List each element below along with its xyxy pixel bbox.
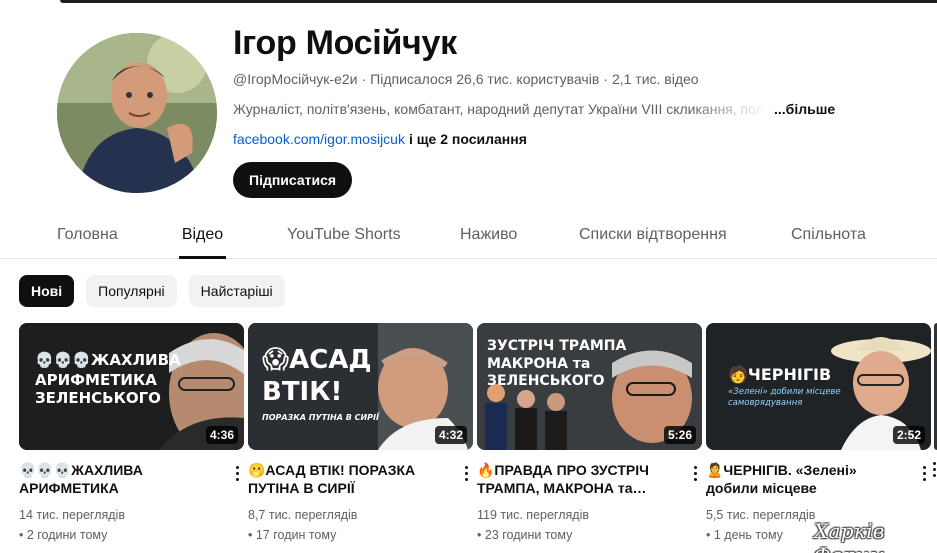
thumbnail-caption: ЗУСТРІЧ ТРАМПА (487, 338, 627, 354)
chip-newest[interactable]: Нові (19, 275, 75, 307)
video-card[interactable]: 🧑ЧЕРНІГІВ «Зелені» добили місцеве самовр… (706, 323, 931, 542)
avatar-photo (57, 33, 217, 193)
tab-home[interactable]: Головна (57, 214, 118, 259)
view-count: 8,7 тис. переглядів (248, 508, 358, 522)
channel-banner (60, 0, 937, 3)
upload-age: • 17 годин тому (248, 528, 337, 542)
channel-handle: @ІгорМосійчук-е2и (233, 71, 358, 87)
channel-name: Ігор Мосійчук (233, 24, 457, 62)
tab-shorts[interactable]: YouTube Shorts (287, 214, 401, 259)
more-vert-icon[interactable] (919, 464, 929, 482)
video-title[interactable]: 🫢АСАД ВТІК! ПОРАЗКА ПУТІНА В СИРІЇ (248, 461, 453, 497)
video-meta: 14 тис. переглядів • 2 години тому (19, 505, 125, 545)
video-count: 2,1 тис. відео (611, 71, 699, 87)
subscriber-count: Підписалося 26,6 тис. користувачів (370, 71, 600, 87)
more-links-button[interactable]: і ще 2 посилання (409, 131, 527, 147)
view-count: 119 тис. переглядів (477, 508, 589, 522)
thumbnail-caption: 🧑ЧЕРНІГІВ (728, 365, 831, 384)
thumbnail-subcaption: «Зелені» добили місцеве самоврядування (728, 387, 841, 408)
video-meta: 8,7 тис. переглядів • 17 годин тому (248, 505, 357, 545)
channel-avatar[interactable] (57, 33, 217, 193)
video-meta: 5,5 тис. переглядів • 1 день тому (706, 505, 815, 545)
thumbnail-caption: 😱АСАД (262, 345, 372, 375)
upload-age: • 23 години тому (477, 528, 573, 542)
channel-tabs: Головна Відео YouTube Shorts Наживо Спис… (0, 214, 937, 259)
video-duration: 5:26 (663, 426, 696, 444)
chip-popular[interactable]: Популярні (86, 275, 177, 307)
chip-oldest[interactable]: Найстаріші (188, 275, 285, 307)
video-thumbnail[interactable]: 😱АСАД ВТІК! ПОРАЗКА ПУТІНА В СИРІЇ 4:32 (248, 323, 473, 450)
more-description-link[interactable]: ...більше (774, 101, 835, 117)
channel-meta: @ІгорМосійчук-е2и · Підписалося 26,6 тис. … (233, 71, 699, 87)
video-title[interactable]: 🔥ПРАВДА ПРО ЗУСТРІЧ ТРАМПА, МАКРОНА та… (477, 461, 682, 497)
separator-dot: · (361, 71, 367, 87)
tab-playlists[interactable]: Списки відтворення (579, 214, 727, 259)
more-vert-icon[interactable] (461, 464, 471, 482)
subscribe-button[interactable]: Підписатися (233, 162, 353, 198)
channel-links: facebook.com/igor.mosijcuk і ще 2 посилан… (233, 131, 527, 147)
more-vert-icon[interactable] (690, 464, 700, 482)
video-duration: 4:32 (434, 426, 467, 444)
video-thumbnail[interactable]: 🧑ЧЕРНІГІВ «Зелені» добили місцеве самовр… (706, 323, 931, 450)
video-title[interactable]: 🙎ЧЕРНІГІВ. «Зелені» добили місцеве самов… (706, 461, 911, 497)
more-vert-icon[interactable] (232, 464, 242, 482)
view-count: 5,5 тис. переглядів (706, 508, 816, 522)
thumbnail-caption: 💀💀💀ЖАХЛИВА (35, 351, 181, 369)
upload-age: • 2 години тому (19, 528, 108, 542)
video-card[interactable]: ЗУСТРІЧ ТРАМПА МАКРОНА та ЗЕЛЕНСЬКОГО 5:… (477, 323, 702, 542)
video-card[interactable]: 💀💀💀ЖАХЛИВА АРИФМЕТИКА ЗЕЛЕНСЬКОГО 4:36 💀… (19, 323, 244, 542)
tab-community[interactable]: Спільнота (791, 214, 866, 259)
thumbnail-subcaption: ПОРАЗКА ПУТІНА В СИРІЇ (262, 412, 380, 422)
sort-chips: Нові Популярні Найстаріші (19, 275, 285, 307)
video-thumbnail[interactable]: ЗУСТРІЧ ТРАМПА МАКРОНА та ЗЕЛЕНСЬКОГО 5:… (477, 323, 702, 450)
video-thumbnail[interactable]: 💀💀💀ЖАХЛИВА АРИФМЕТИКА ЗЕЛЕНСЬКОГО 4:36 (19, 323, 244, 450)
watermark: Харків Форум (814, 519, 885, 553)
tab-live[interactable]: Наживо (460, 214, 517, 259)
video-meta: 119 тис. переглядів • 23 години тому (477, 505, 589, 545)
channel-description-row[interactable]: Журналіст, політв'язень, комбатант, наро… (233, 101, 835, 117)
thumbnail-caption: ЗЕЛЕНСЬКОГО (487, 373, 605, 389)
thumbnail-caption: МАКРОНА та (487, 356, 590, 372)
facebook-link[interactable]: facebook.com/igor.mosijcuk (233, 131, 405, 147)
channel-description: Журналіст, політв'язень, комбатант, наро… (233, 101, 764, 117)
video-title[interactable]: 💀💀💀ЖАХЛИВА АРИФМЕТИКА ЗЕЛЕНСЬКОГО (19, 461, 224, 497)
more-vert-icon[interactable] (932, 462, 937, 478)
video-duration: 4:36 (205, 426, 238, 444)
thumbnail-caption: АРИФМЕТИКА (35, 371, 157, 389)
video-card[interactable]: 😱АСАД ВТІК! ПОРАЗКА ПУТІНА В СИРІЇ 4:32 … (248, 323, 473, 542)
thumbnail-caption: ЗЕЛЕНСЬКОГО (35, 389, 161, 407)
video-duration: 2:52 (892, 426, 925, 444)
thumbnail-caption: ВТІК! (262, 377, 342, 407)
tab-videos[interactable]: Відео (179, 214, 226, 259)
separator-dot: · (603, 71, 608, 87)
upload-age: • 1 день тому (706, 528, 783, 542)
view-count: 14 тис. переглядів (19, 508, 125, 522)
